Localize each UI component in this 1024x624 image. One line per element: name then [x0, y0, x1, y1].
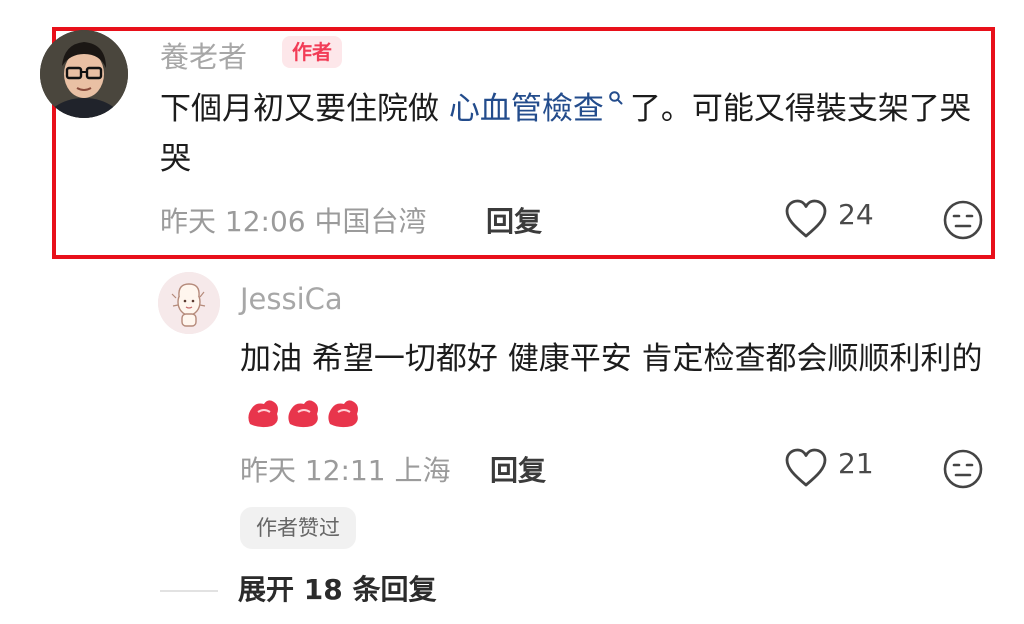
author-comment-time: 昨天 12:06 — [160, 205, 306, 238]
author-liked-badge: 作者赞过 — [240, 507, 356, 549]
reply-username[interactable]: JessiCa — [240, 282, 343, 316]
author-avatar-image — [40, 30, 128, 118]
author-like-button[interactable] — [784, 198, 828, 240]
author-avatar[interactable] — [40, 30, 128, 118]
neutral-face-icon — [943, 200, 983, 240]
reply-avatar-image — [158, 272, 220, 334]
search-link[interactable]: 心血管檢查 — [449, 91, 604, 127]
reply-comment-text: 加油 希望一切都好 健康平安 肯定检查都会顺顺利利的 — [240, 334, 990, 436]
reply-comment-time: 昨天 12:11 — [240, 454, 386, 487]
flexed-biceps-icon — [328, 400, 358, 428]
author-comment-location: 中国台湾 — [314, 205, 427, 238]
reply-like-count: 21 — [838, 447, 874, 480]
search-icon[interactable] — [608, 90, 624, 106]
expand-replies-button[interactable]: 展开 18 条回复 — [238, 568, 436, 608]
expand-divider — [160, 590, 218, 592]
reply-dislike-button[interactable] — [942, 448, 984, 490]
flexed-biceps-icon — [288, 400, 318, 428]
author-like-count: 24 — [838, 198, 874, 231]
author-comment-text-before: 下個月初又要住院做 — [160, 91, 439, 127]
neutral-face-icon — [943, 449, 983, 489]
author-reply-button[interactable]: 回复 — [486, 200, 542, 240]
heart-outline-icon — [785, 199, 827, 238]
heart-outline-icon — [785, 448, 827, 487]
reply-comment-meta: 昨天 12:11 上海 — [240, 449, 451, 489]
author-comment-meta: 昨天 12:06 中国台湾 — [160, 200, 427, 240]
reply-like-button[interactable] — [784, 447, 828, 489]
author-username[interactable]: 養老者 — [160, 34, 247, 76]
emoji-group — [244, 386, 364, 436]
reply-comment-text-body: 加油 希望一切都好 健康平安 肯定检查都会顺顺利利的 — [240, 341, 983, 377]
reply-reply-button[interactable]: 回复 — [490, 449, 546, 489]
reply-avatar[interactable] — [158, 272, 220, 334]
reply-comment-location: 上海 — [394, 454, 451, 487]
author-badge: 作者 — [282, 36, 342, 68]
author-comment-text: 下個月初又要住院做 心血管檢查 了。可能又得裝支架了哭哭 — [160, 84, 990, 184]
author-dislike-button[interactable] — [942, 199, 984, 241]
flexed-biceps-icon — [248, 400, 278, 428]
